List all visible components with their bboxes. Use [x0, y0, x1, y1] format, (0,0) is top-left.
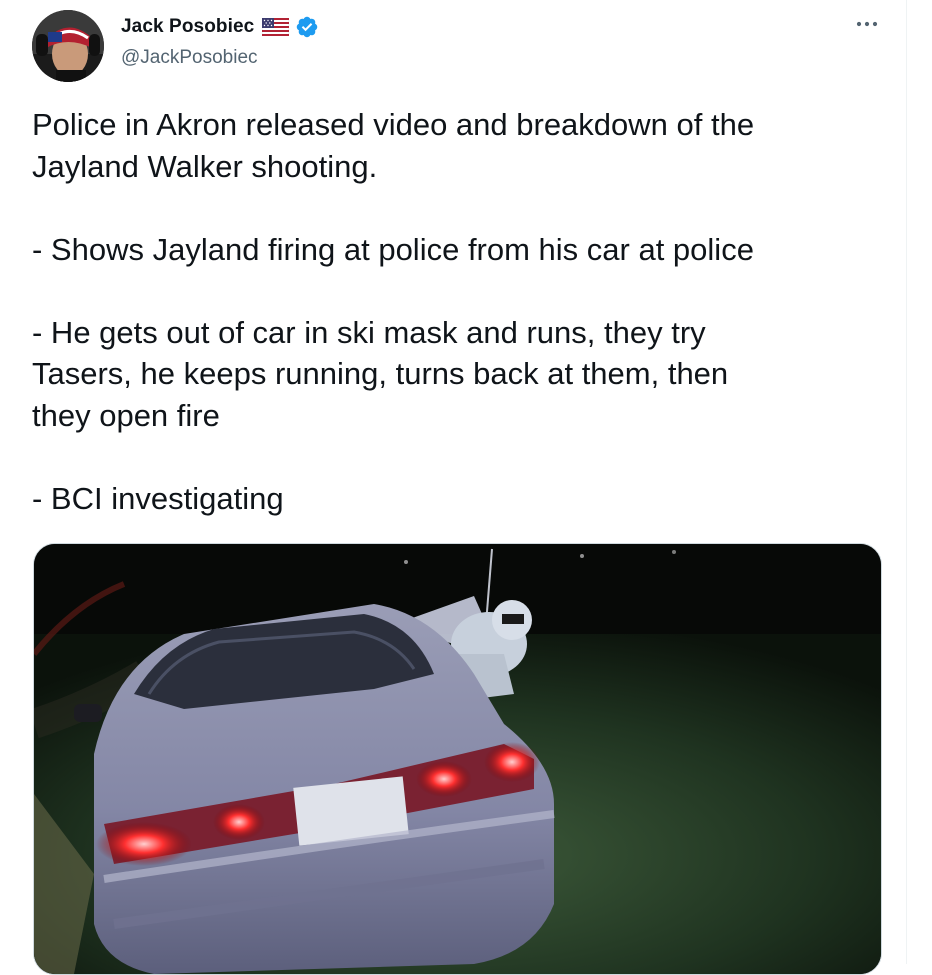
tweet-line: - He gets out of car in ski mask and run… — [32, 314, 706, 350]
us-flag-icon — [262, 18, 290, 36]
tweet-line: Police in Akron released video and break… — [32, 107, 755, 142]
tweet-media-image[interactable] — [33, 543, 882, 975]
tweet-line-break — [32, 270, 882, 312]
tweet-line: they open fire — [32, 397, 220, 433]
verified-badge-icon — [297, 16, 318, 38]
tweet-card: Jack Posobiec @JackPosobiec Police in Ak… — [0, 0, 907, 975]
avatar[interactable] — [32, 10, 104, 82]
author-name-row: Jack Posobiec — [121, 14, 319, 40]
tweet-text: Police in Akron released video and break… — [32, 104, 882, 519]
tweet-line-break — [32, 436, 882, 478]
more-options-button[interactable] — [852, 12, 882, 36]
bodycam-still-image — [34, 544, 881, 974]
tweet-line: Tasers, he keeps running, turns back at … — [32, 356, 729, 391]
tweet-line: - Shows Jayland firing at police from hi… — [32, 231, 754, 267]
tweet-line-break — [32, 187, 882, 229]
avatar-image — [32, 10, 104, 82]
tweet-line: Jayland Walker shooting. — [32, 148, 378, 184]
author-display-name[interactable]: Jack Posobiec — [121, 16, 254, 38]
tweet-line: - BCI investigating — [32, 480, 284, 516]
more-options-icon — [856, 21, 878, 27]
author-handle[interactable]: @JackPosobiec — [121, 47, 258, 69]
